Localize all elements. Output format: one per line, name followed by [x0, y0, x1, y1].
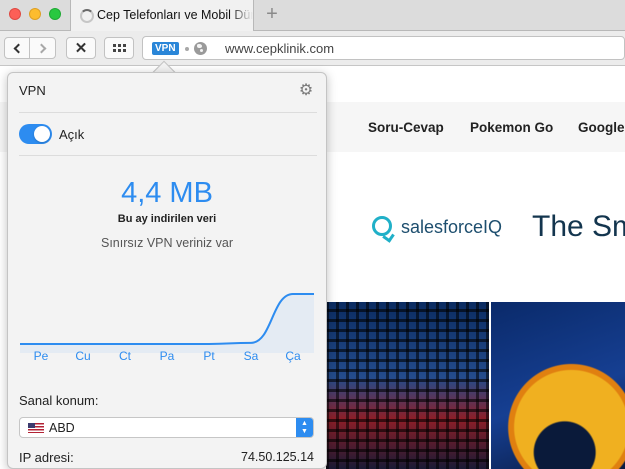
location-label: Sanal konum:	[19, 393, 99, 408]
ip-value: 74.50.125.14	[241, 450, 314, 464]
forward-button[interactable]	[30, 38, 55, 58]
usage-point-Pa	[166, 343, 168, 345]
day-label-Sa: Sa	[243, 349, 259, 363]
separator-dot	[185, 47, 189, 51]
browser-tab[interactable]: Cep Telefonları ve Mobil Dünya	[70, 0, 254, 31]
unlimited-data-note: Sınırsız VPN veriniz var	[101, 236, 233, 250]
close-icon: ✕	[74, 40, 88, 57]
site-nav-link-soru-cevap[interactable]: Soru-Cevap	[368, 120, 444, 135]
toggle-knob	[34, 126, 50, 142]
select-arrows-icon[interactable]: ▲ ▼	[296, 418, 313, 437]
article-image-2[interactable]	[491, 302, 625, 469]
data-caption: Bu ay indirilen veri	[117, 213, 217, 225]
site-nav-link-pokemon-go[interactable]: Pokemon Go	[470, 120, 553, 135]
day-label-Pe: Pe	[33, 349, 49, 363]
toolbar: ✕ VPN www.cepklinik.com	[0, 31, 625, 66]
popup-title: VPN	[19, 83, 46, 98]
gear-icon[interactable]: ⚙	[298, 83, 314, 99]
day-label-Ça: Ça	[285, 349, 301, 363]
data-amount: 4,4 MB	[121, 177, 213, 209]
new-tab-button[interactable]: +	[262, 4, 282, 24]
ip-label: IP adresi:	[19, 450, 74, 465]
usage-point-Ct	[124, 343, 126, 345]
close-window-button[interactable]	[9, 8, 21, 20]
nav-buttons	[4, 37, 56, 59]
divider	[19, 112, 317, 113]
location-select[interactable]: ABD ▲ ▼	[19, 417, 314, 438]
usage-point-Pe	[40, 343, 42, 345]
divider	[19, 155, 317, 156]
usage-chart-svg	[20, 293, 314, 353]
day-label-Pa: Pa	[159, 349, 175, 363]
usage-point-Ça	[292, 293, 294, 295]
speed-dial-button[interactable]	[104, 37, 134, 59]
grid-icon	[112, 44, 126, 52]
chevron-right-icon	[36, 43, 46, 53]
vpn-toggle[interactable]	[19, 124, 52, 144]
ad-brand[interactable]: salesforceIQ	[401, 217, 502, 238]
day-label-Cu: Cu	[75, 349, 91, 363]
salesforceiq-logo-icon	[372, 216, 392, 236]
vpn-popup: VPN ⚙ Açık 4,4 MB Bu ay indirilen veri S…	[7, 72, 327, 469]
address-bar[interactable]: VPN www.cepklinik.com	[142, 36, 625, 60]
chevron-left-icon	[13, 43, 24, 53]
site-nav-link-google[interactable]: Google	[578, 120, 625, 135]
globe-icon[interactable]	[194, 42, 207, 55]
day-label-Pt: Pt	[203, 349, 215, 363]
day-label-Ct: Ct	[119, 349, 131, 363]
back-button[interactable]	[5, 38, 30, 58]
url-text[interactable]: www.cepklinik.com	[225, 41, 334, 56]
vpn-toggle-label: Açık	[59, 127, 85, 142]
usage-point-Pt	[208, 343, 210, 345]
ad-headline[interactable]: The Sm	[532, 210, 625, 244]
vpn-badge[interactable]: VPN	[152, 42, 179, 55]
loading-spinner-icon	[80, 9, 94, 23]
tab-strip: Cep Telefonları ve Mobil Dünya +	[0, 0, 625, 31]
article-image-1[interactable]	[326, 302, 489, 469]
location-value: ABD	[49, 421, 75, 435]
usage-point-Cu	[82, 343, 84, 345]
us-flag-icon	[28, 423, 44, 433]
zoom-window-button[interactable]	[49, 8, 61, 20]
minimize-window-button[interactable]	[29, 8, 41, 20]
usage-point-Sa	[250, 342, 252, 344]
stop-loading-button[interactable]: ✕	[66, 37, 96, 59]
tab-title: Cep Telefonları ve Mobil Dünya	[97, 8, 253, 22]
